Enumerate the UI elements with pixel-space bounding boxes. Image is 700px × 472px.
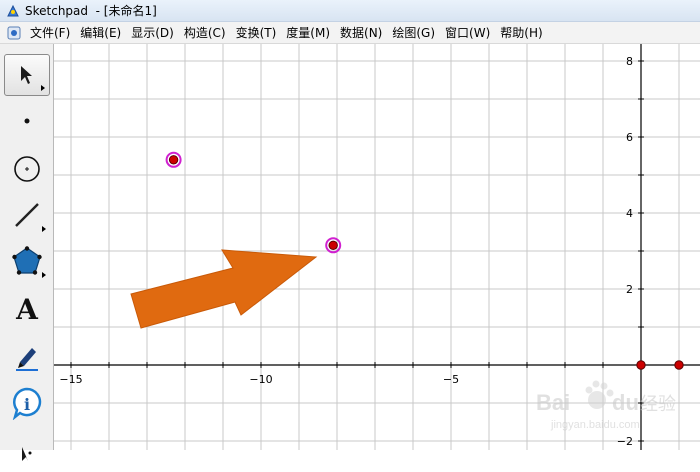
drawing-canvas[interactable]: −15 −10 −5 8 6 4 2 −2 Bai du 经验 jingyan.baidu.c… [54,44,700,450]
x-tick-label: −5 [443,373,459,386]
polygon-tool[interactable] [4,240,50,282]
menu-data[interactable]: 数据(N) [336,24,386,41]
tool-menu-indicator [42,226,46,232]
menu-graph[interactable]: 绘图(G) [388,24,439,41]
svg-text:jingyan.baidu.com: jingyan.baidu.com [550,419,640,431]
origin-point[interactable] [636,360,646,370]
arrow-select-tool[interactable] [4,54,50,96]
point-tool[interactable] [4,100,50,142]
baidu-jingyan-watermark: Bai du 经验 jingyan.baidu.com [536,380,676,431]
text-tool[interactable]: A [4,288,50,330]
menu-edit[interactable]: 编辑(E) [76,24,125,41]
x-tick-label: −10 [249,373,272,386]
y-tick-label: 2 [626,283,633,296]
tool-menu-indicator [42,272,46,278]
unit-point[interactable] [674,360,684,370]
point-a[interactable] [168,155,179,165]
compass-tool[interactable] [4,148,50,190]
window-title: Sketchpad - [未命名1] [25,4,157,18]
y-tick-label: 8 [626,55,633,68]
svg-text:经验: 经验 [640,394,676,415]
custom-tool[interactable] [4,430,50,472]
circle-icon [14,156,40,182]
tool-menu-indicator [41,85,45,91]
marker-tool[interactable] [4,336,50,378]
menu-display[interactable]: 显示(D) [127,24,178,41]
line-segment-icon [15,203,39,227]
y-tick-label: 4 [626,207,633,220]
menu-bar: 文件(F) 编辑(E) 显示(D) 构造(C) 变换(T) 度量(M) 数据(N… [0,22,700,44]
pentagon-icon [12,246,42,275]
dot-icon [24,118,30,124]
arrow-icon [21,66,32,84]
pen-icon [16,348,38,371]
menu-help[interactable]: 帮助(H) [496,24,546,41]
menu-file[interactable]: 文件(F) [26,24,74,41]
svg-text:du: du [612,390,639,415]
toolbox: A i [0,44,54,461]
information-tool[interactable]: i [4,382,50,424]
info-icon: i [12,387,42,420]
text-a-icon: A [16,292,38,326]
sketchpad-app-icon [6,4,20,18]
menu-measure[interactable]: 度量(M) [282,24,334,41]
menu-window[interactable]: 窗口(W) [441,24,494,41]
custom-tool-icon [22,447,32,461]
title-bar: Sketchpad - [未命名1] [0,0,700,22]
menu-construct[interactable]: 构造(C) [180,24,230,41]
coordinate-grid: −15 −10 −5 8 6 4 2 −2 Bai du 经验 jingyan.baidu.c… [54,44,700,450]
svg-text:i: i [24,395,30,414]
menu-transform[interactable]: 变换(T) [232,24,281,41]
svg-text:Bai: Bai [536,390,570,415]
straightedge-tool[interactable] [4,194,50,236]
document-icon[interactable] [6,25,22,41]
y-tick-label: −2 [617,435,633,448]
y-tick-label: 6 [626,131,633,144]
point-b[interactable] [328,240,338,251]
x-tick-label: −15 [59,373,82,386]
